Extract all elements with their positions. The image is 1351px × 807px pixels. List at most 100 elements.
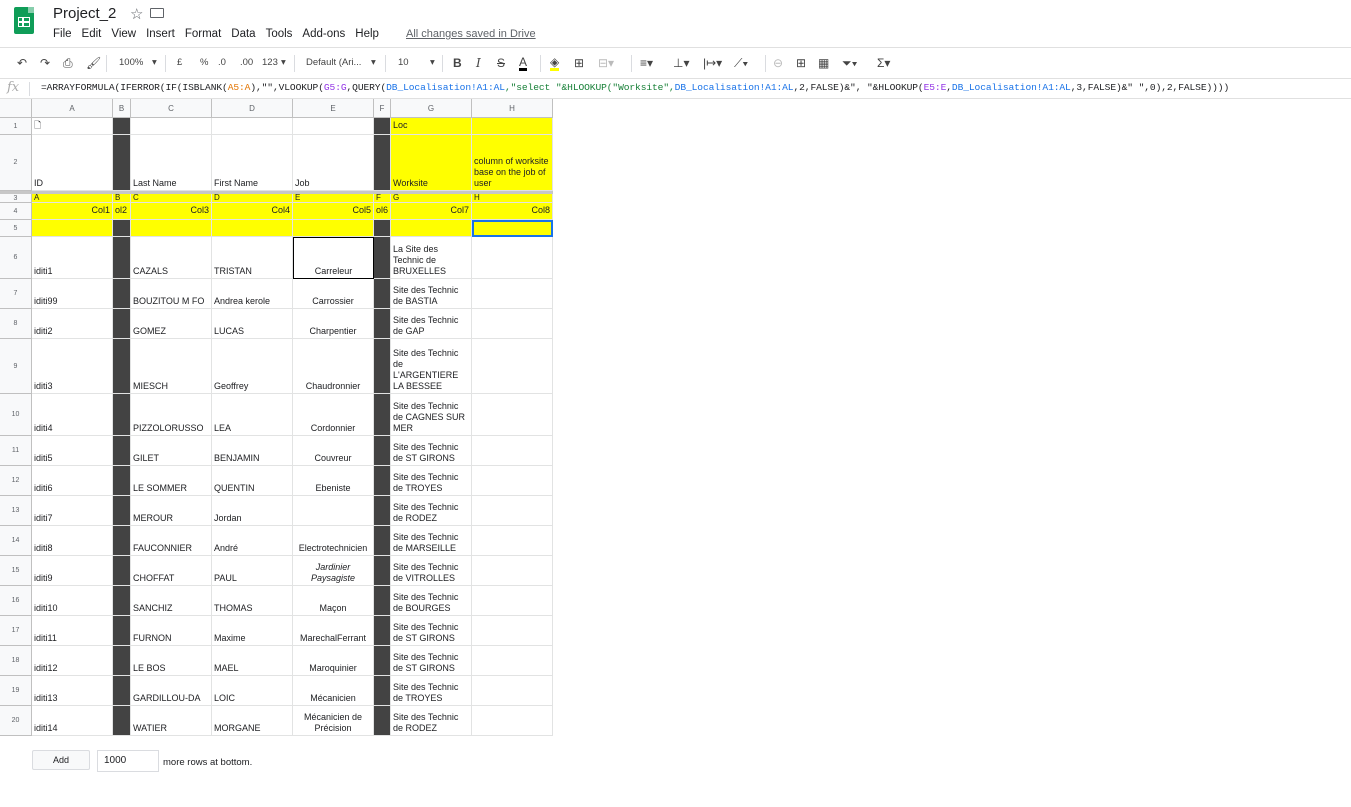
cell-d16[interactable]: THOMAS xyxy=(212,586,293,616)
cell-c12[interactable]: LE SOMMER xyxy=(131,466,212,496)
cell-e3[interactable]: E xyxy=(293,194,374,203)
cell-h6[interactable] xyxy=(472,237,553,279)
undo-icon[interactable]: ↶ xyxy=(17,56,27,70)
cell-d6[interactable]: TRISTAN xyxy=(212,237,293,279)
cell-f5[interactable] xyxy=(374,220,391,237)
cell-g20[interactable]: Site des Technic de RODEZ xyxy=(391,706,472,736)
cell-a14[interactable]: iditi8 xyxy=(32,526,113,556)
cell-f19[interactable] xyxy=(374,676,391,706)
cell-h15[interactable] xyxy=(472,556,553,586)
row-header[interactable]: 16 xyxy=(0,586,32,616)
cell-f9[interactable] xyxy=(374,339,391,394)
cell-c10[interactable]: PIZZOLORUSSO xyxy=(131,394,212,436)
cell-d5[interactable] xyxy=(212,220,293,237)
cell-f12[interactable] xyxy=(374,466,391,496)
cell-g14[interactable]: Site des Technic de MARSEILLE xyxy=(391,526,472,556)
menu-help[interactable]: Help xyxy=(355,28,379,40)
cell-d17[interactable]: Maxime xyxy=(212,616,293,646)
row-header[interactable]: 2 xyxy=(0,135,32,191)
cell-e16[interactable]: Maçon xyxy=(293,586,374,616)
cell-b1[interactable] xyxy=(113,118,131,135)
cell-h13[interactable] xyxy=(472,496,553,526)
cell-e20[interactable]: Mécanicien de Précision xyxy=(293,706,374,736)
row-header[interactable]: 4 xyxy=(0,203,32,220)
cell-c19[interactable]: GARDILLOU-DA xyxy=(131,676,212,706)
cell-a18[interactable]: iditi12 xyxy=(32,646,113,676)
cell-f4[interactable]: ol6 xyxy=(374,203,391,220)
cell-d13[interactable]: Jordan xyxy=(212,496,293,526)
cell-d11[interactable]: BENJAMIN xyxy=(212,436,293,466)
cell-e12[interactable]: Ebeniste xyxy=(293,466,374,496)
cell-c3[interactable]: C xyxy=(131,194,212,203)
row-header[interactable]: 18 xyxy=(0,646,32,676)
cell-h19[interactable] xyxy=(472,676,553,706)
cell-b12[interactable] xyxy=(113,466,131,496)
cell-c9[interactable]: MIESCH xyxy=(131,339,212,394)
cell-f20[interactable] xyxy=(374,706,391,736)
text-color-button[interactable]: A xyxy=(519,56,528,71)
cell-d15[interactable]: PAUL xyxy=(212,556,293,586)
row-header[interactable]: 9 xyxy=(0,339,32,394)
print-icon[interactable]: ⎙ xyxy=(63,56,73,70)
cell-b18[interactable] xyxy=(113,646,131,676)
cell-f10[interactable] xyxy=(374,394,391,436)
cell-f11[interactable] xyxy=(374,436,391,466)
cell-h2[interactable]: column of worksite base on the job of us… xyxy=(472,135,553,191)
row-header[interactable]: 19 xyxy=(0,676,32,706)
cell-h4[interactable]: Col8 xyxy=(472,203,553,220)
cell-e14[interactable]: Electrotechnicien xyxy=(293,526,374,556)
cell-f7[interactable] xyxy=(374,279,391,309)
cell-a10[interactable]: iditi4 xyxy=(32,394,113,436)
cell-e6[interactable]: Carreleur xyxy=(293,237,374,279)
row-header[interactable]: 20 xyxy=(0,706,32,736)
cell-h9[interactable] xyxy=(472,339,553,394)
cell-c18[interactable]: LE BOS xyxy=(131,646,212,676)
fill-color-icon[interactable]: ◈ xyxy=(550,56,560,71)
bold-button[interactable]: B xyxy=(453,56,462,70)
cell-c5[interactable] xyxy=(131,220,212,237)
row-header[interactable]: 5 xyxy=(0,220,32,237)
cell-d12[interactable]: QUENTIN xyxy=(212,466,293,496)
formula-input[interactable]: =ARRAYFORMULA(IFERROR(IF(ISBLANK(A5:A),"… xyxy=(41,82,1229,93)
row-header[interactable]: 15 xyxy=(0,556,32,586)
select-all-corner[interactable] xyxy=(0,99,32,118)
cell-a16[interactable]: iditi10 xyxy=(32,586,113,616)
functions-icon[interactable]: Σ▾ xyxy=(877,56,890,70)
vertical-align-icon[interactable]: ⊥▾ xyxy=(673,56,689,70)
cell-h8[interactable] xyxy=(472,309,553,339)
cell-b20[interactable] xyxy=(113,706,131,736)
cell-g17[interactable]: Site des Technic de ST GIRONS xyxy=(391,616,472,646)
cell-b11[interactable] xyxy=(113,436,131,466)
cell-c4[interactable]: Col3 xyxy=(131,203,212,220)
column-header-e[interactable]: E xyxy=(293,99,374,118)
cell-h12[interactable] xyxy=(472,466,553,496)
zoom-select[interactable]: 100% xyxy=(119,57,143,68)
column-header-f[interactable]: F xyxy=(374,99,391,118)
cell-e18[interactable]: Maroquinier xyxy=(293,646,374,676)
cell-a17[interactable]: iditi11 xyxy=(32,616,113,646)
cell-g5[interactable] xyxy=(391,220,472,237)
star-icon[interactable]: ☆ xyxy=(130,5,143,23)
paint-format-icon[interactable]: 🖌 xyxy=(86,56,101,70)
more-formats-button[interactable]: 123 xyxy=(262,57,278,68)
cell-h3[interactable]: H xyxy=(472,194,553,203)
column-header-h[interactable]: H xyxy=(472,99,553,118)
horizontal-align-icon[interactable]: ≡▾ xyxy=(640,56,653,70)
cell-a5[interactable] xyxy=(32,220,113,237)
menu-view[interactable]: View xyxy=(111,28,136,40)
cell-g9[interactable]: Site des Technic de L'ARGENTIERE LA BESS… xyxy=(391,339,472,394)
cell-a19[interactable]: iditi13 xyxy=(32,676,113,706)
cell-g15[interactable]: Site des Technic de VITROLLES xyxy=(391,556,472,586)
cell-f18[interactable] xyxy=(374,646,391,676)
cell-b10[interactable] xyxy=(113,394,131,436)
cell-b4[interactable]: ol2 xyxy=(113,203,131,220)
cell-e11[interactable]: Couvreur xyxy=(293,436,374,466)
cell-d2[interactable]: First Name xyxy=(212,135,293,191)
cell-g10[interactable]: Site des Technic de CAGNES SUR MER xyxy=(391,394,472,436)
cell-d20[interactable]: MORGANE xyxy=(212,706,293,736)
row-header[interactable]: 8 xyxy=(0,309,32,339)
italic-button[interactable]: I xyxy=(476,56,481,70)
move-folder-icon[interactable] xyxy=(150,8,164,18)
cell-d8[interactable]: LUCAS xyxy=(212,309,293,339)
cell-g19[interactable]: Site des Technic de TROYES xyxy=(391,676,472,706)
